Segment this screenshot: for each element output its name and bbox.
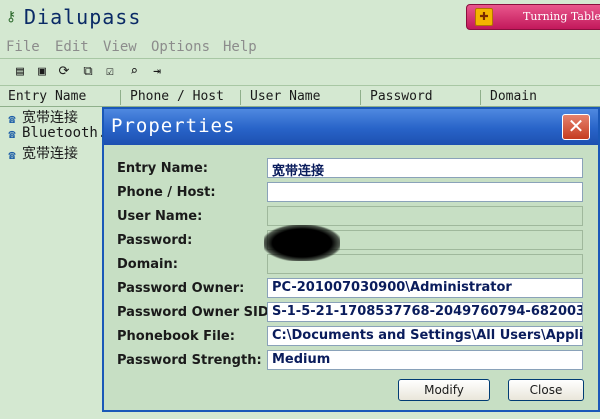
- save-icon[interactable]: ▣: [32, 62, 52, 82]
- phonebook-file-field[interactable]: C:\Documents and Settings\All Users\Appl…: [267, 326, 583, 346]
- options-icon[interactable]: ☑: [100, 62, 120, 82]
- close-button[interactable]: Close: [508, 379, 584, 401]
- column-password[interactable]: Password: [370, 89, 433, 104]
- label-phone-host: Phone / Host:: [117, 185, 216, 200]
- phone-host-field[interactable]: [267, 182, 583, 202]
- label-user-name: User Name:: [117, 209, 203, 224]
- app-title: Dialupass: [24, 5, 142, 29]
- column-separator[interactable]: [360, 90, 361, 105]
- key-icon: ⚷: [5, 9, 17, 25]
- menu-view[interactable]: View: [103, 39, 137, 55]
- label-password-owner: Password Owner:: [117, 281, 245, 296]
- modify-button[interactable]: Modify: [398, 379, 490, 401]
- toolbar: ▤ ▣ ⟳ ⧉ ☑ ⌕ ⇥: [0, 58, 600, 86]
- properties-dialog: Properties ✕ Entry Name: 宽带连接 Phone / Ho…: [102, 107, 600, 412]
- label-phonebook-file: Phonebook File:: [117, 329, 235, 344]
- dialup-connection-icon: ☎: [8, 148, 16, 161]
- list-header: Entry Name Phone / Host User Name Passwo…: [0, 87, 600, 107]
- redaction-scribble: [264, 225, 340, 261]
- label-password-owner-sid: Password Owner SID:: [117, 305, 274, 320]
- menu-options[interactable]: Options: [151, 39, 210, 55]
- refresh-icon[interactable]: ⟳: [54, 62, 74, 82]
- column-separator[interactable]: [240, 90, 241, 105]
- title-bar: ⚷ Dialupass ✚ Turning Table: [0, 0, 600, 36]
- password-owner-sid-field[interactable]: S-1-5-21-1708537768-2049760794-682003330…: [267, 302, 583, 322]
- password-strength-field[interactable]: Medium: [267, 350, 583, 370]
- column-separator[interactable]: [120, 90, 121, 105]
- label-domain: Domain:: [117, 257, 178, 272]
- label-entry-name: Entry Name:: [117, 161, 208, 176]
- label-password-strength: Password Strength:: [117, 353, 262, 368]
- ad-text: Turning Table: [523, 10, 600, 23]
- column-user-name[interactable]: User Name: [250, 89, 320, 104]
- dialup-connection-icon: ☎: [8, 127, 16, 141]
- menu-edit[interactable]: Edit: [55, 39, 89, 55]
- dialog-title: Properties: [111, 115, 236, 137]
- column-separator[interactable]: [480, 90, 481, 105]
- user-name-field[interactable]: [267, 206, 583, 226]
- list-item[interactable]: ☎ 宽带连接: [4, 107, 108, 125]
- column-domain[interactable]: Domain: [490, 89, 537, 104]
- find-icon[interactable]: ⌕: [124, 62, 144, 82]
- column-entry-name[interactable]: Entry Name: [8, 89, 86, 104]
- close-icon[interactable]: ✕: [562, 114, 590, 140]
- entry-name: Bluetooth.: [22, 125, 107, 141]
- dialup-connection-icon: ☎: [8, 112, 16, 125]
- ad-banner[interactable]: ✚ Turning Table: [466, 4, 600, 30]
- dialog-title-bar[interactable]: Properties ✕: [104, 109, 598, 145]
- entry-name-field[interactable]: 宽带连接: [267, 158, 583, 178]
- entry-name: 宽带连接: [22, 110, 78, 125]
- gift-icon: ✚: [475, 8, 493, 26]
- list-item[interactable]: ☎ Bluetooth.: [4, 125, 108, 143]
- column-phone-host[interactable]: Phone / Host: [130, 89, 224, 104]
- copy-icon[interactable]: ⧉: [78, 62, 98, 82]
- menu-help[interactable]: Help: [223, 39, 257, 55]
- menu-bar: File Edit View Options Help: [0, 36, 600, 58]
- entry-name: 宽带连接: [22, 146, 78, 161]
- properties-icon[interactable]: ▤: [10, 62, 30, 82]
- label-password: Password:: [117, 233, 193, 248]
- password-owner-field[interactable]: PC-201007030900\Administrator: [267, 278, 583, 298]
- exit-icon[interactable]: ⇥: [147, 62, 167, 82]
- list-item[interactable]: ☎ 宽带连接: [4, 143, 108, 161]
- menu-file[interactable]: File: [6, 39, 40, 55]
